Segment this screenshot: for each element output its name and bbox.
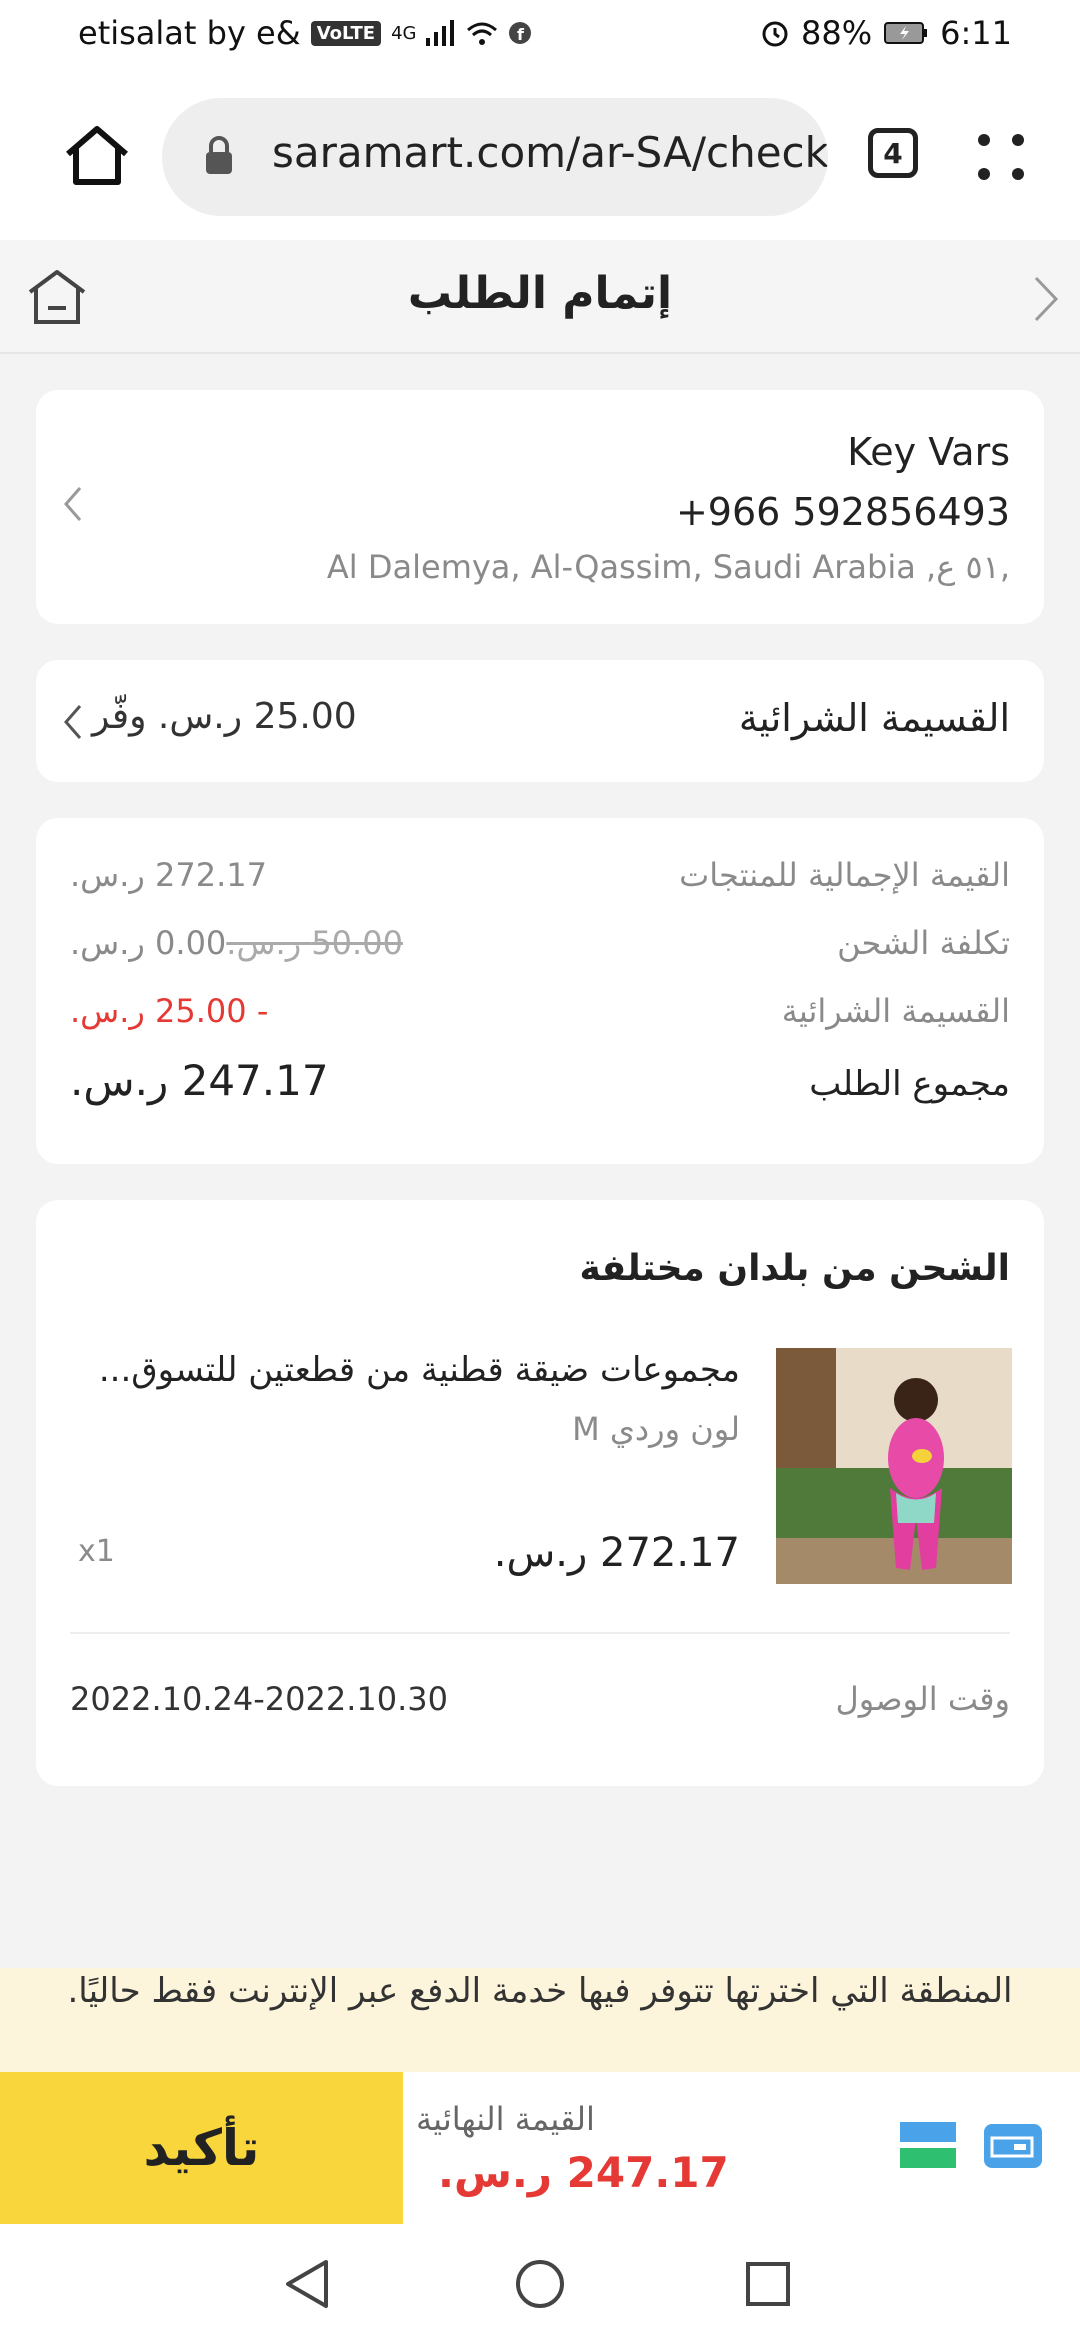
order-total-value: 247.17 ر.س. bbox=[70, 1056, 329, 1105]
coupon-label: القسيمة الشرائية bbox=[738, 696, 1010, 740]
final-value: 247.17 ر.س. bbox=[438, 2148, 729, 2197]
product-image[interactable] bbox=[776, 1348, 1012, 1584]
tab-count-button[interactable]: 4 bbox=[868, 128, 918, 178]
url-bar[interactable]: saramart.com/ar-SA/checkout bbox=[162, 98, 828, 216]
nav-back-icon[interactable] bbox=[282, 2258, 334, 2310]
clock: 6:11 bbox=[940, 14, 1012, 52]
battery-percent: 88% bbox=[801, 14, 873, 52]
product-title[interactable]: مجموعات ضيقة قطنية من قطعتين للتسوق... bbox=[99, 1350, 740, 1390]
recipient-name: Key Vars bbox=[847, 430, 1010, 474]
status-right: 88% 6:11 bbox=[761, 14, 1012, 52]
network-type: 4G bbox=[391, 22, 417, 44]
coupon-value: 25.00 ر.س. وفّر bbox=[92, 696, 357, 737]
battery-icon bbox=[884, 22, 928, 44]
product-price: 272.17 ر.س. bbox=[493, 1530, 740, 1576]
page-title: إتمام الطلب bbox=[407, 268, 673, 319]
recipient-phone: +966 592856493 bbox=[675, 490, 1010, 534]
back-chevron-icon[interactable] bbox=[1030, 274, 1060, 324]
url-text: saramart.com/ar-SA/checkout bbox=[272, 128, 828, 177]
arrival-label: وقت الوصول bbox=[835, 1680, 1010, 1718]
confirm-button[interactable]: تأكيد bbox=[0, 2072, 403, 2224]
volte-badge: VoLTE bbox=[310, 20, 382, 46]
system-nav-bar bbox=[0, 2224, 1080, 2340]
bank-transfer-icon[interactable] bbox=[900, 2122, 956, 2170]
nav-recents-icon[interactable] bbox=[744, 2260, 792, 2308]
summary-shipping-label: تكلفة الشحن bbox=[837, 924, 1010, 962]
shipping-new-price: 0.00 ر.س. bbox=[70, 924, 227, 962]
address-chevron-icon bbox=[64, 487, 82, 521]
wifi-icon bbox=[467, 22, 498, 45]
nav-home-icon[interactable] bbox=[514, 2258, 566, 2310]
status-left: etisalat by e& VoLTE 4G f bbox=[78, 14, 532, 52]
facebook-icon: f bbox=[509, 22, 532, 44]
checkout-bottom-bar: تأكيد القيمة النهائية 247.17 ر.س. bbox=[0, 2072, 1080, 2224]
summary-products-value: 272.17 ر.س. bbox=[70, 856, 267, 894]
signal-icon bbox=[426, 20, 455, 46]
order-summary-card: القيمة الإجمالية للمنتجات 272.17 ر.س. تك… bbox=[36, 818, 1044, 1164]
summary-coupon-value: - 25.00 ر.س. bbox=[70, 992, 269, 1030]
product-variant: لون وردي M bbox=[572, 1410, 740, 1448]
order-total-label: مجموع الطلب bbox=[809, 1064, 1010, 1104]
shipping-card: الشحن من بلدان مختلفة مجموعات ضيقة قطنية… bbox=[36, 1200, 1044, 1786]
payment-notice: المنطقة التي اخترتها تتوفر فيها خدمة الد… bbox=[0, 1968, 1080, 2072]
browser-menu-icon[interactable] bbox=[976, 132, 1026, 182]
lock-icon bbox=[206, 136, 232, 174]
coupon-card[interactable]: القسيمة الشرائية 25.00 ر.س. وفّر bbox=[36, 660, 1044, 782]
coupon-chevron-icon bbox=[64, 705, 82, 739]
page-header: إتمام الطلب bbox=[0, 240, 1080, 354]
alarm-icon bbox=[762, 21, 788, 47]
product-quantity: x1 bbox=[78, 1534, 115, 1569]
svg-text:f: f bbox=[517, 25, 525, 44]
arrival-dates: 2022.10.24-2022.10.30 bbox=[70, 1680, 448, 1718]
carrier-label: etisalat by e& bbox=[78, 14, 301, 52]
address-line: Al Dalemya, Al-Qassim, Saudi Arabia ,٥١ … bbox=[326, 548, 1010, 586]
status-bar: etisalat by e& VoLTE 4G f 88% 6:11 bbox=[0, 0, 1080, 72]
summary-products-label: القيمة الإجمالية للمنتجات bbox=[679, 856, 1010, 894]
divider bbox=[70, 1632, 1010, 1634]
credit-card-icon[interactable] bbox=[984, 2124, 1042, 2168]
summary-shipping-value: 50.00 ر.س.0.00 ر.س. bbox=[70, 924, 403, 962]
address-card[interactable]: Key Vars +966 592856493 Al Dalemya, Al-Q… bbox=[36, 390, 1044, 624]
final-value-label: القيمة النهائية bbox=[416, 2100, 595, 2138]
shipping-heading: الشحن من بلدان مختلفة bbox=[579, 1248, 1010, 1289]
home-icon[interactable] bbox=[62, 124, 132, 188]
shipping-old-price: 50.00 ر.س. bbox=[226, 924, 403, 962]
summary-coupon-label: القسيمة الشرائية bbox=[781, 992, 1010, 1030]
